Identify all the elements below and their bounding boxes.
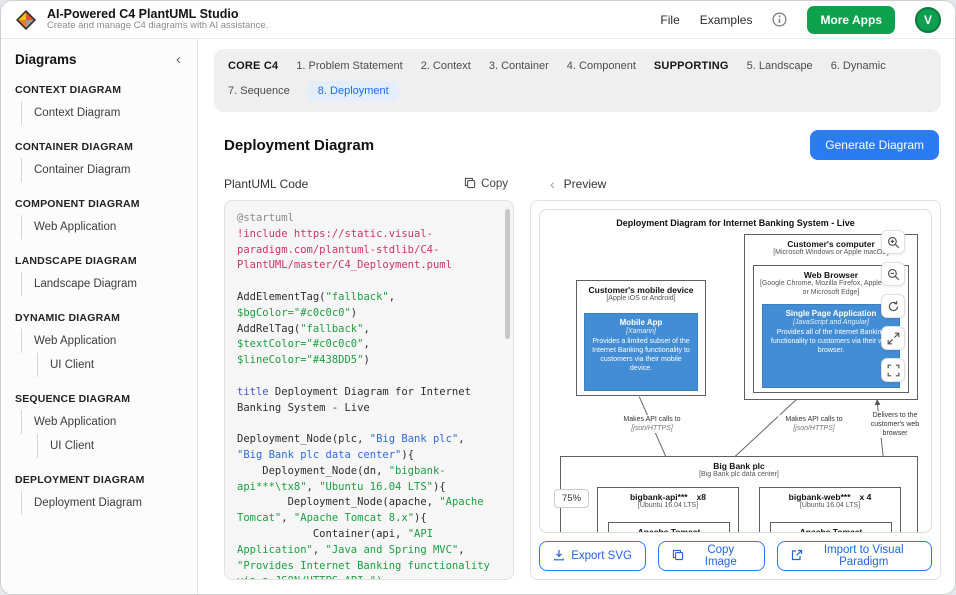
sidebar-section-landscape: LANDSCAPE DIAGRAM	[15, 255, 185, 267]
node-big-bank-plc: Big Bank plc [Big Bank plc data center] …	[560, 456, 918, 533]
tab-group-core-c4: CORE C4	[228, 60, 278, 72]
sidebar: Diagrams ‹ CONTEXT DIAGRAM Context Diagr…	[1, 39, 198, 594]
reset-view-icon[interactable]	[881, 294, 905, 318]
tab-component[interactable]: 4. Component	[567, 60, 636, 72]
zoom-out-icon[interactable]	[881, 262, 905, 286]
tab-landscape[interactable]: 5. Landscape	[747, 60, 813, 72]
code-panel-label: PlantUML Code	[224, 177, 308, 191]
sidebar-section-dynamic: DYNAMIC DIAGRAM	[15, 312, 185, 324]
node-bigbank-web: bigbank-web***x 4 [Ubuntu 16.04 LTS] Apa…	[759, 487, 901, 533]
node-apache-tomcat-api: Apache Tomcat	[608, 522, 730, 533]
node-apache-tomcat-web: Apache Tomcat	[770, 522, 892, 533]
sidebar-item-sequence-ui-client[interactable]: UI Client	[37, 434, 185, 458]
code-content[interactable]: @startuml!include https://static.visual-…	[237, 211, 499, 580]
more-apps-button[interactable]: More Apps	[807, 6, 895, 34]
preview-panel: Deployment Diagram for Internet Banking …	[530, 200, 941, 580]
menu-examples[interactable]: Examples	[700, 13, 753, 27]
zoom-in-icon[interactable]	[881, 230, 905, 254]
edge-label-mobile-api: Makes API calls to [json/HTTPS]	[616, 415, 688, 433]
sidebar-item-container-diagram[interactable]: Container Diagram	[21, 158, 185, 182]
sidebar-item-web-application[interactable]: Web Application	[21, 215, 185, 239]
tab-problem-statement[interactable]: 1. Problem Statement	[296, 60, 402, 72]
copy-code-label: Copy	[481, 178, 508, 190]
sidebar-section-container: CONTAINER DIAGRAM	[15, 141, 185, 153]
main-content: CORE C4 1. Problem Statement 2. Context …	[198, 39, 955, 594]
copy-code-button[interactable]: Copy	[464, 177, 508, 192]
edge-label-delivers: Delivers to the customer's web browser	[862, 411, 928, 438]
copy-icon	[672, 549, 684, 564]
plantuml-code-panel: @startuml!include https://static.visual-…	[224, 200, 514, 580]
code-scrollbar-thumb[interactable]	[505, 209, 510, 339]
app-title: AI-Powered C4 PlantUML Studio	[47, 7, 268, 21]
tab-dynamic[interactable]: 6. Dynamic	[831, 60, 886, 72]
node-customers-mobile-device: Customer's mobile device [Apple iOS or A…	[576, 280, 706, 396]
info-icon[interactable]	[772, 12, 787, 27]
download-icon	[553, 549, 565, 564]
export-svg-button[interactable]: Export SVG	[539, 541, 646, 571]
sidebar-section-component: COMPONENT DIAGRAM	[15, 198, 185, 210]
menu-file[interactable]: File	[660, 13, 679, 27]
sidebar-item-landscape-diagram[interactable]: Landscape Diagram	[21, 272, 185, 296]
sidebar-item-dynamic-web-application[interactable]: Web Application	[21, 329, 185, 353]
import-to-visual-paradigm-button[interactable]: Import to Visual Paradigm	[777, 541, 932, 571]
tab-deployment[interactable]: 8. Deployment	[308, 81, 399, 101]
sidebar-section-context: CONTEXT DIAGRAM	[15, 84, 185, 96]
tab-sequence[interactable]: 7. Sequence	[228, 85, 290, 97]
sidebar-item-context-diagram[interactable]: Context Diagram	[21, 101, 185, 125]
tab-context[interactable]: 2. Context	[421, 60, 471, 72]
app-subtitle: Create and manage C4 diagrams with AI as…	[47, 21, 268, 32]
zoom-level-badge: 75%	[554, 489, 589, 508]
app-logo-icon	[15, 9, 37, 31]
generate-diagram-button[interactable]: Generate Diagram	[810, 130, 939, 160]
avatar[interactable]: V	[915, 7, 941, 33]
code-scrollbar[interactable]	[505, 209, 510, 571]
page-title: Deployment Diagram	[224, 137, 374, 154]
tab-bar: CORE C4 1. Problem Statement 2. Context …	[214, 49, 941, 112]
tab-container[interactable]: 3. Container	[489, 60, 549, 72]
sidebar-item-sequence-web-application[interactable]: Web Application	[21, 410, 185, 434]
app-header: AI-Powered C4 PlantUML Studio Create and…	[1, 1, 955, 39]
sidebar-section-deployment: DEPLOYMENT DIAGRAM	[15, 474, 185, 486]
sidebar-section-sequence: SEQUENCE DIAGRAM	[15, 393, 185, 405]
copy-image-button[interactable]: Copy Image	[658, 541, 765, 571]
fit-view-icon[interactable]	[881, 358, 905, 382]
node-bigbank-api: bigbank-api***x8 [Ubuntu 16.04 LTS] Apac…	[597, 487, 739, 533]
node-mobile-app: Mobile App [Xamarin] Provides a limited …	[584, 313, 698, 391]
preview-collapse-icon[interactable]: ‹	[550, 176, 555, 192]
external-link-icon	[791, 549, 803, 564]
diagram-canvas[interactable]: Deployment Diagram for Internet Banking …	[539, 209, 932, 533]
edge-label-spa-api: Makes API calls to [json/HTTPS]	[778, 415, 850, 433]
sidebar-title: Diagrams	[15, 52, 77, 67]
copy-icon	[464, 177, 476, 192]
diagram-title: Deployment Diagram for Internet Banking …	[540, 218, 931, 228]
sidebar-item-dynamic-ui-client[interactable]: UI Client	[37, 353, 185, 377]
app-window: AI-Powered C4 PlantUML Studio Create and…	[0, 0, 956, 595]
node-single-page-application: Single Page Application [JavaScript and …	[762, 304, 900, 388]
tab-group-supporting: SUPPORTING	[654, 60, 729, 72]
sidebar-collapse-icon[interactable]: ‹	[172, 51, 185, 68]
zoom-controls	[881, 230, 905, 382]
sidebar-item-deployment-diagram[interactable]: Deployment Diagram	[21, 491, 185, 515]
preview-panel-label: Preview	[564, 177, 607, 191]
expand-icon[interactable]	[881, 326, 905, 350]
